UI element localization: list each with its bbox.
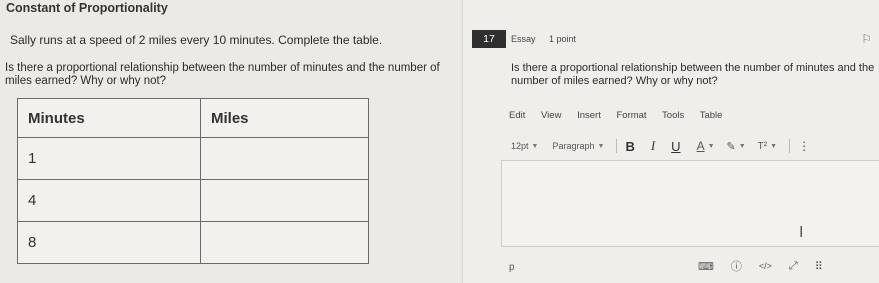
text-color-icon: A [696, 139, 705, 153]
text-color-button[interactable]: A ▼ [697, 139, 715, 153]
page-title: Constant of Proportionality [6, 1, 168, 15]
editor-menubar: Edit View Insert Format Tools Table [509, 110, 735, 121]
minutes-cell: 8 [17, 221, 201, 264]
miles-cell[interactable] [200, 221, 369, 264]
accessibility-icon[interactable]: ⓘ [731, 258, 742, 274]
menu-tools[interactable]: Tools [662, 110, 684, 121]
more-options-icon[interactable]: ⋮ [798, 139, 810, 153]
editor-toolbar: 12pt ▼ Paragraph ▼ B I U A ▼ ✎ ▼ T² ▼ ⋮ [511, 138, 810, 154]
miles-cell[interactable] [200, 179, 369, 222]
minutes-cell: 1 [17, 137, 201, 180]
text-cursor-icon: I [799, 224, 804, 241]
block-format-select[interactable]: Paragraph ▼ [552, 141, 604, 151]
menu-insert[interactable]: Insert [577, 110, 601, 121]
chevron-down-icon: ▼ [531, 142, 539, 150]
chevron-down-icon: ▼ [770, 142, 778, 150]
underline-button[interactable]: U [671, 139, 680, 154]
source-panel: Constant of Proportionality Sally runs a… [0, 0, 460, 283]
question-number: 17 [472, 30, 506, 48]
highlight-icon: ✎ [726, 140, 736, 153]
editor-statusbar: p ⌨ ⓘ </> ⤢ ⠿ [501, 254, 879, 276]
question-type: Essay [511, 34, 536, 44]
table-row: 4 [17, 179, 369, 222]
table-row: 1 [17, 137, 369, 180]
essay-answer-editor[interactable]: I [501, 160, 879, 247]
font-size-value: 12pt [511, 141, 529, 151]
table-header-row: Minutes Miles [17, 98, 369, 138]
prompt-text: Sally runs at a speed of 2 miles every 1… [10, 33, 383, 47]
italic-button[interactable]: I [651, 138, 655, 154]
question-text: Is there a proportional relationship bet… [5, 62, 440, 87]
superscript-icon: T² [757, 140, 768, 152]
statusbar-icons: ⌨ ⓘ </> ⤢ ⠿ [698, 258, 840, 274]
flag-icon[interactable]: ⚐ [861, 32, 872, 46]
minutes-cell: 4 [17, 179, 201, 222]
resize-grip-icon[interactable]: ⠿ [815, 260, 823, 273]
menu-edit[interactable]: Edit [509, 110, 525, 121]
menu-table[interactable]: Table [700, 110, 723, 121]
header-minutes: Minutes [17, 98, 201, 138]
table-row: 8 [17, 221, 369, 264]
miles-cell[interactable] [200, 137, 369, 180]
highlight-button[interactable]: ✎ ▼ [727, 140, 746, 153]
header-miles: Miles [200, 98, 369, 138]
block-format-value: Paragraph [552, 141, 595, 151]
menu-format[interactable]: Format [616, 110, 646, 121]
toolbar-divider [616, 139, 618, 153]
keyboard-icon[interactable]: ⌨ [698, 260, 714, 273]
chevron-down-icon: ▼ [597, 142, 605, 150]
font-size-select[interactable]: 12pt ▼ [511, 141, 538, 151]
menu-view[interactable]: View [541, 110, 561, 121]
element-path[interactable]: p [509, 262, 515, 273]
superscript-button[interactable]: T² ▼ [758, 141, 777, 152]
proportion-table: Minutes Miles 1 4 8 [17, 98, 369, 264]
expand-icon[interactable]: ⤢ [789, 260, 798, 273]
html-editor-icon[interactable]: </> [759, 261, 772, 271]
question-points: 1 point [549, 34, 577, 44]
chevron-down-icon: ▼ [738, 142, 746, 150]
quiz-question-panel: 17 Essay 1 point ⚐ Is there a proportion… [462, 0, 879, 283]
question-text: Is there a proportional relationship bet… [511, 62, 875, 87]
toolbar-divider [789, 139, 791, 153]
bold-button[interactable]: B [625, 139, 634, 154]
chevron-down-icon: ▼ [707, 142, 715, 150]
